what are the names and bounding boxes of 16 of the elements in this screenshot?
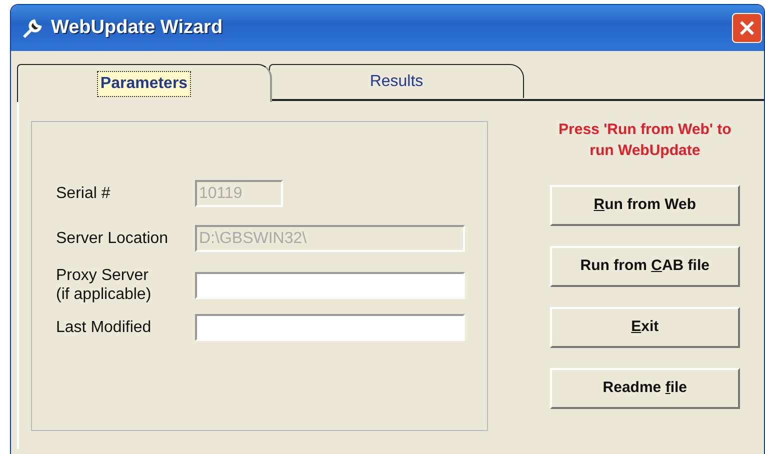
field-label: Last Modified bbox=[56, 318, 152, 338]
action-button[interactable]: Exit bbox=[550, 307, 740, 348]
field-label: Server Location bbox=[56, 228, 170, 248]
field-label: Serial # bbox=[56, 184, 112, 204]
tab[interactable]: Results bbox=[269, 64, 524, 98]
action-button[interactable]: Run from CAB file bbox=[550, 246, 740, 287]
action-button[interactable]: Run from Web bbox=[550, 185, 740, 226]
close-icon bbox=[739, 20, 755, 36]
tab[interactable]: Parameters bbox=[17, 64, 272, 102]
field-label: Proxy Server (if applicable) bbox=[56, 266, 152, 304]
input-field[interactable] bbox=[195, 272, 465, 299]
action-button[interactable]: Readme file bbox=[550, 368, 740, 409]
close-button[interactable] bbox=[732, 13, 762, 43]
input-field[interactable] bbox=[195, 314, 465, 342]
window-title: WebUpdate Wizard bbox=[51, 16, 223, 40]
instruction-text: Press 'Run from Web' to run WebUpdate bbox=[558, 120, 732, 161]
